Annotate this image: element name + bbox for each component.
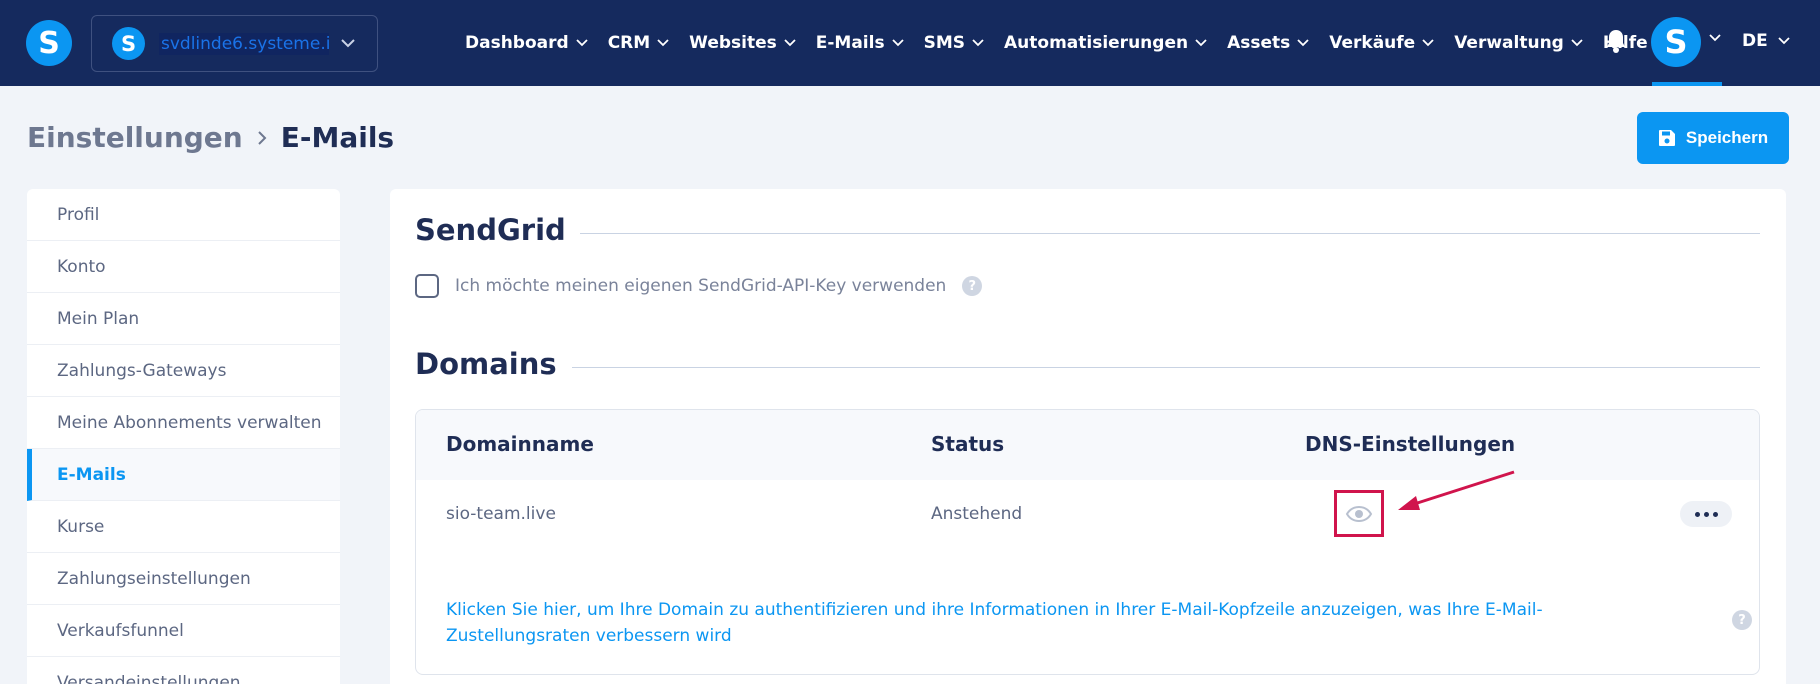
sidebar-item-zahlungseinstellungen[interactable]: Zahlungseinstellungen bbox=[27, 553, 340, 605]
nav-assets[interactable]: Assets bbox=[1227, 33, 1309, 53]
red-arrow-annotation bbox=[1398, 470, 1515, 510]
nav-label: Websites bbox=[689, 33, 777, 53]
settings-sidebar: Profil Konto Mein Plan Zahlungs-Gateways… bbox=[27, 189, 340, 684]
nav-label: Automatisierungen bbox=[1004, 33, 1189, 53]
sendgrid-api-key-checkbox[interactable] bbox=[415, 274, 439, 298]
top-navigation-bar: S S svdlinde6.systeme.io Dashboard CRM W… bbox=[0, 0, 1820, 86]
nav-label: CRM bbox=[607, 33, 651, 53]
chevron-down-icon bbox=[1297, 39, 1309, 47]
chevron-down-icon bbox=[784, 39, 796, 47]
dns-settings-highlight[interactable] bbox=[1334, 490, 1384, 537]
nav-label: SMS bbox=[923, 33, 965, 53]
section-divider bbox=[580, 233, 1760, 234]
sidebar-item-versandeinstellungen[interactable]: Versandeinstellungen bbox=[27, 657, 340, 684]
nav-dashboard[interactable]: Dashboard bbox=[465, 33, 588, 53]
sendgrid-section-title: SendGrid bbox=[415, 213, 566, 247]
user-avatar[interactable]: S bbox=[1651, 17, 1701, 67]
language-label: DE bbox=[1742, 31, 1768, 51]
domains-section-title: Domains bbox=[415, 347, 557, 381]
breadcrumb-root[interactable]: Einstellungen bbox=[27, 121, 243, 154]
table-header: Domainname Status DNS-Einstellungen bbox=[416, 410, 1759, 480]
chevron-right-icon bbox=[258, 130, 267, 145]
domains-table: Domainname Status DNS-Einstellungen sio-… bbox=[415, 409, 1760, 675]
workspace-name: svdlinde6.systeme.io bbox=[159, 32, 329, 55]
sidebar-item-mein-plan[interactable]: Mein Plan bbox=[27, 293, 340, 345]
nav-label: Dashboard bbox=[465, 33, 569, 53]
bell-icon[interactable] bbox=[1604, 28, 1628, 54]
chevron-down-icon bbox=[972, 39, 984, 47]
domain-status-cell: Anstehend bbox=[931, 504, 1023, 524]
workspace-logo: S bbox=[112, 27, 145, 60]
nav-verkaeufe[interactable]: Verkäufe bbox=[1329, 33, 1434, 53]
chevron-down-icon bbox=[1571, 39, 1583, 47]
column-header-dns: DNS-Einstellungen bbox=[1305, 432, 1516, 456]
domain-authentication-link[interactable]: Klicken Sie hier, um Ihre Domain zu auth… bbox=[446, 597, 1646, 649]
nav-label: Assets bbox=[1227, 33, 1291, 53]
nav-sms[interactable]: SMS bbox=[924, 33, 984, 53]
more-horizontal-icon[interactable] bbox=[1680, 501, 1732, 527]
sidebar-item-emails[interactable]: E-Mails bbox=[27, 449, 340, 501]
sidebar-item-abonnements[interactable]: Meine Abonnements verwalten bbox=[27, 397, 340, 449]
question-circle-icon[interactable]: ? bbox=[962, 276, 983, 296]
nav-automatisierungen[interactable]: Automatisierungen bbox=[1004, 33, 1207, 53]
section-divider bbox=[572, 367, 1760, 368]
chevron-down-icon bbox=[1422, 39, 1434, 47]
workspace-switcher[interactable]: S svdlinde6.systeme.io bbox=[91, 15, 378, 72]
chevron-down-icon bbox=[891, 39, 904, 47]
systeme-logo[interactable]: S bbox=[26, 20, 72, 66]
column-header-domainname: Domainname bbox=[446, 432, 594, 456]
nav-label: Verwaltung bbox=[1454, 33, 1564, 53]
nav-websites[interactable]: Websites bbox=[689, 33, 796, 53]
nav-emails[interactable]: E-Mails bbox=[816, 33, 904, 53]
breadcrumb: Einstellungen E-Mails bbox=[27, 121, 394, 154]
avatar-active-indicator bbox=[1652, 82, 1722, 86]
save-label: Speichern bbox=[1685, 128, 1769, 147]
chevron-down-icon bbox=[1778, 37, 1790, 45]
eye-icon[interactable] bbox=[1345, 505, 1373, 523]
table-row: sio-team.live Anstehend bbox=[416, 480, 1759, 550]
nav-label: E-Mails bbox=[815, 33, 885, 53]
main-nav: Dashboard CRM Websites E-Mails SMS Autom… bbox=[465, 0, 1668, 86]
column-header-status: Status bbox=[931, 432, 1005, 456]
save-button[interactable]: Speichern bbox=[1637, 112, 1789, 164]
domain-name-cell: sio-team.live bbox=[446, 504, 556, 524]
question-circle-icon[interactable]: ? bbox=[1732, 610, 1752, 630]
sidebar-item-kurse[interactable]: Kurse bbox=[27, 501, 340, 553]
sidebar-item-profil[interactable]: Profil bbox=[27, 189, 340, 241]
chevron-down-icon bbox=[341, 39, 355, 48]
sidebar-item-verkaufsfunnel[interactable]: Verkaufsfunnel bbox=[27, 605, 340, 657]
chevron-down-icon bbox=[576, 39, 588, 47]
floppy-disk-icon bbox=[1658, 130, 1675, 146]
chevron-down-icon bbox=[657, 39, 669, 47]
sidebar-item-konto[interactable]: Konto bbox=[27, 241, 340, 293]
sendgrid-api-key-label[interactable]: Ich möchte meinen eigenen SendGrid-API-K… bbox=[455, 276, 946, 296]
language-switcher[interactable]: DE bbox=[1742, 31, 1790, 51]
sidebar-item-zahlungs-gateways[interactable]: Zahlungs-Gateways bbox=[27, 345, 340, 397]
nav-label: Verkäufe bbox=[1329, 33, 1416, 53]
chevron-down-icon bbox=[1195, 39, 1207, 47]
chevron-down-icon[interactable] bbox=[1709, 34, 1721, 42]
nav-verwaltung[interactable]: Verwaltung bbox=[1454, 33, 1583, 53]
page-title: E-Mails bbox=[280, 121, 395, 154]
sendgrid-api-key-option: Ich möchte meinen eigenen SendGrid-API-K… bbox=[415, 274, 983, 298]
email-settings-panel: SendGrid Ich möchte meinen eigenen SendG… bbox=[390, 189, 1786, 684]
nav-crm[interactable]: CRM bbox=[608, 33, 669, 53]
